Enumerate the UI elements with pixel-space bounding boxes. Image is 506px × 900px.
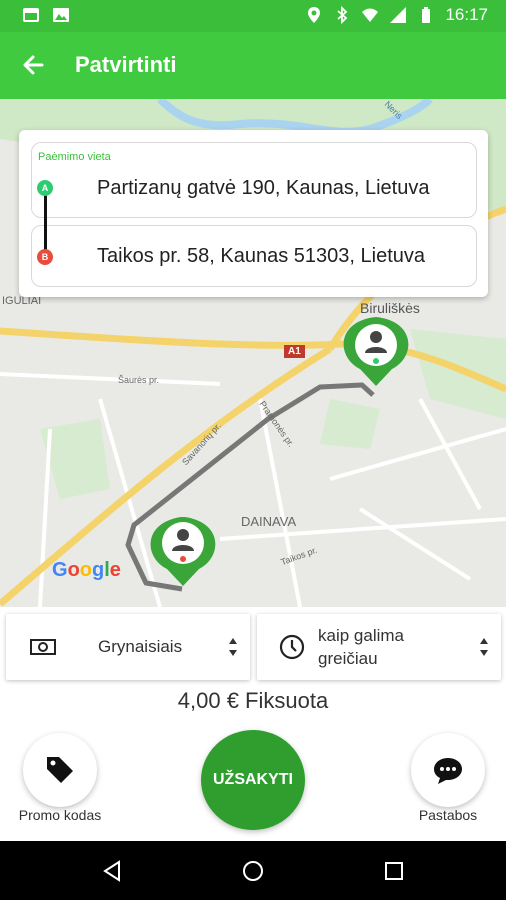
destination-marker-icon: B	[37, 249, 53, 265]
status-time: 16:17	[445, 5, 488, 24]
notes-button[interactable]	[411, 733, 485, 807]
route-connector	[44, 194, 47, 252]
google-letter: o	[67, 559, 80, 581]
payment-method-label: Grynaisiais	[98, 637, 183, 656]
calendar-icon	[23, 8, 39, 22]
notes-label: Pastabos	[418, 807, 478, 823]
order-button[interactable]: UŽSAKYTI	[201, 730, 305, 830]
signal-icon	[390, 7, 407, 23]
image-icon	[53, 8, 69, 22]
status-bar: 16:17	[0, 0, 506, 32]
driver-marker-b[interactable]	[150, 517, 216, 586]
destination-address-field[interactable]: Taikos pr. 58, Kaunas 51303, Lietuva	[31, 225, 477, 287]
park-area	[320, 399, 380, 449]
page-title: Patvirtinti	[75, 52, 177, 77]
map-label-biruliskes: Biruliškės	[360, 300, 420, 316]
tag-icon	[47, 757, 73, 783]
promo-code-button[interactable]	[23, 733, 97, 807]
google-letter: o	[79, 559, 92, 581]
battery-icon	[422, 7, 431, 23]
dropdown-arrows-icon	[480, 638, 488, 656]
map-label-dainava: DAINAVA	[241, 514, 297, 529]
google-letter: g	[92, 559, 105, 581]
pickup-time-line1: kaip galima	[318, 626, 404, 645]
map-label-sauros: Šaurės pr.	[118, 375, 160, 385]
google-letter: e	[109, 559, 121, 581]
pickup-time-label: kaip galima greičiau	[318, 624, 404, 670]
road-sign-a1: A1	[284, 345, 305, 358]
google-letter: G	[52, 559, 68, 581]
cash-icon	[30, 639, 56, 655]
driver-marker-a[interactable]	[343, 317, 409, 386]
clock-icon	[279, 634, 305, 660]
wifi-icon	[362, 8, 379, 22]
bluetooth-icon	[337, 6, 348, 24]
pickup-address: Partizanų gatvė 190, Kaunas, Lietuva	[97, 177, 430, 199]
system-nav-bar	[0, 841, 506, 900]
back-arrow-icon[interactable]	[18, 50, 52, 80]
dropdown-arrows-icon	[229, 638, 237, 656]
chat-bubble-icon	[434, 758, 462, 784]
fare-price: 4,00 € Fiksuota	[177, 688, 329, 713]
pickup-label: Paėmimo vieta	[38, 151, 111, 163]
payment-method-selector[interactable]: Grynaisiais	[6, 614, 250, 680]
pickup-time-selector[interactable]: kaip galima greičiau	[257, 614, 501, 680]
google-logo: Google	[52, 559, 121, 582]
pickup-marker-icon: A	[37, 180, 53, 196]
destination-address: Taikos pr. 58, Kaunas 51303, Lietuva	[97, 245, 426, 267]
nav-back-icon[interactable]	[101, 859, 125, 883]
promo-code-label: Promo kodas	[18, 807, 102, 823]
location-icon	[308, 7, 321, 23]
nav-home-icon[interactable]	[241, 859, 265, 883]
pickup-address-field[interactable]: Paėmimo vieta Partizanų gatvė 190, Kauna…	[31, 142, 477, 218]
pickup-time-line2: greičiau	[318, 649, 378, 668]
address-card: Paėmimo vieta Partizanų gatvė 190, Kauna…	[19, 130, 488, 297]
app-bar: Patvirtinti	[0, 32, 506, 99]
nav-recents-icon[interactable]	[382, 859, 406, 883]
